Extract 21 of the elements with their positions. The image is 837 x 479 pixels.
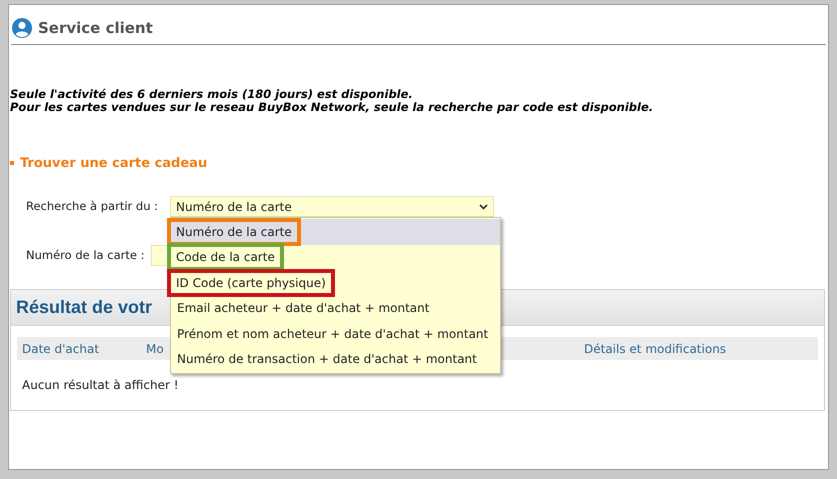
column-header: Date d'achat [22, 340, 100, 358]
chevron-down-icon [479, 204, 488, 210]
page-title: Service client [38, 18, 153, 39]
dropdown-option[interactable]: Code de la carte [167, 243, 284, 272]
empty-message: Aucun résultat à afficher ! [22, 377, 180, 394]
dropdown-option[interactable]: ID Code (carte physique) [167, 268, 335, 297]
column-header: Mo [146, 340, 164, 358]
search-type-select[interactable]: Numéro de la carte [170, 196, 494, 217]
dropdown-option[interactable]: Numéro de transaction + date d'achat + montant [172, 349, 482, 370]
user-icon [12, 18, 32, 38]
section-title: Trouver une carte cadeau [20, 154, 208, 172]
field-label: Numéro de la carte : [26, 246, 146, 264]
field-label: Recherche à partir du : [26, 198, 160, 215]
notice-text: Seule l'activité des 6 derniers mois (180 jours) est disponible. [10, 88, 414, 100]
dropdown-option[interactable]: Email acheteur + date d'achat + montant [172, 298, 434, 318]
column-header: Détails et modifications [584, 340, 726, 358]
dropdown-option[interactable]: Prénom et nom acheteur + date d'achat + montant [172, 324, 494, 344]
bullet-icon [10, 161, 14, 166]
dropdown-option[interactable]: Numéro de la carte [167, 218, 301, 246]
notice-text: Pour les cartes vendues sur le reseau BuyBox Network, seule la recherche par code est disponible. [10, 100, 654, 114]
results-title: Résultat de votr [16, 296, 152, 319]
